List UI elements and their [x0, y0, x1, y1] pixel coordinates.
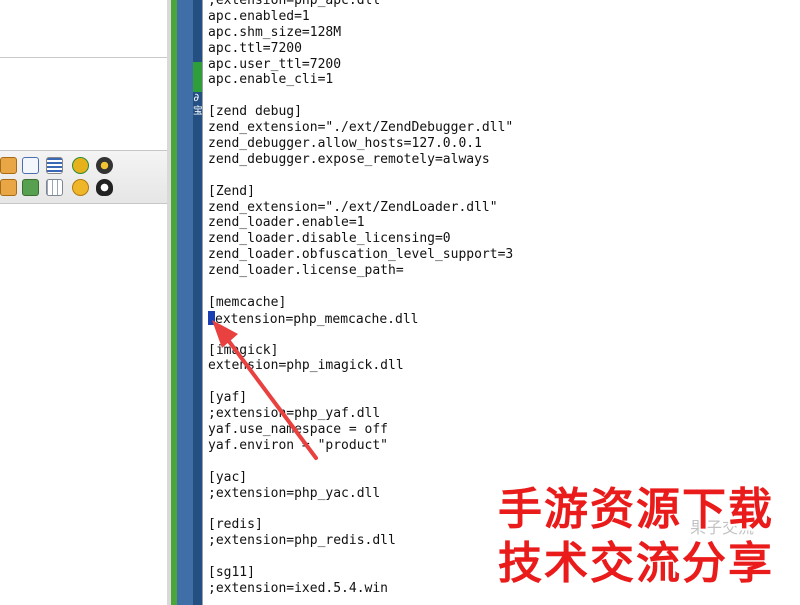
bg-icon[interactable]	[72, 179, 89, 196]
code-line[interactable]: extension=php_memcache.dll	[208, 310, 513, 327]
code-line[interactable]: ;extension=php_redis.dll	[208, 533, 513, 549]
penguin-icon[interactable]	[96, 179, 113, 196]
status-badge	[193, 62, 202, 92]
code-line[interactable]	[208, 374, 513, 390]
code-line[interactable]: yaf.environ = "product"	[208, 438, 513, 454]
divider	[0, 57, 172, 58]
watermark-line-1: 手游资源下载	[498, 484, 774, 535]
code-line[interactable]: ;extension=ixed.5.4.win	[208, 581, 513, 597]
code-line[interactable]: [memcache]	[208, 295, 513, 311]
code-line[interactable]	[208, 327, 513, 343]
code-line[interactable]	[208, 168, 513, 184]
code-line[interactable]: ;extension=php_yac.dll	[208, 486, 513, 502]
code-line[interactable]	[208, 502, 513, 518]
code-line[interactable]: apc.enable_cli=1	[208, 72, 513, 88]
list-icon[interactable]	[46, 157, 63, 174]
text-caret	[208, 310, 215, 325]
watermark-line-2: 技术交流分享	[498, 538, 774, 589]
code-line[interactable]: [zend debug]	[208, 104, 513, 120]
code-line[interactable]: ;extension=php_apc.dll	[208, 0, 513, 9]
toolbar	[0, 150, 168, 204]
code-line[interactable]: zend_loader.disable_licensing=0	[208, 231, 513, 247]
key-icon[interactable]	[72, 157, 89, 174]
strip-glyph: 宝	[193, 106, 203, 117]
code-line[interactable]: zend_loader.obfuscation_level_support=3	[208, 247, 513, 263]
code-line[interactable]: zend_debugger.allow_hosts=127.0.0.1	[208, 136, 513, 152]
code-line[interactable]	[208, 454, 513, 470]
code-line[interactable]: zend_loader.license_path=	[208, 263, 513, 279]
watermark: 果子交流 手游资源下载 技术交流分享	[498, 480, 800, 605]
code-line[interactable]	[208, 88, 513, 104]
background-window	[0, 0, 172, 605]
table-icon[interactable]	[0, 157, 17, 174]
code-line[interactable]: yaf.use_namespace = off	[208, 422, 513, 438]
grid-icon[interactable]	[46, 179, 63, 196]
code-line[interactable]: [redis]	[208, 517, 513, 533]
taskbar-strip	[177, 0, 193, 605]
code-line[interactable]: zend_extension="./ext/ZendLoader.dll"	[208, 200, 513, 216]
code-line[interactable]	[208, 279, 513, 295]
code-line[interactable]: apc.enabled=1	[208, 9, 513, 25]
image-icon[interactable]	[22, 179, 39, 196]
code-area[interactable]: ;extension=php_apc.dll apc.enabled=1 apc.s…	[208, 0, 513, 597]
code-line[interactable]: [yac]	[208, 470, 513, 486]
code-line[interactable]: apc.ttl=7200	[208, 41, 513, 57]
code-line[interactable]: extension=php_imagick.dll	[208, 358, 513, 374]
code-line[interactable]: [sg11]	[208, 565, 513, 581]
code-line[interactable]: apc.shm_size=128M	[208, 25, 513, 41]
code-line[interactable]: [imagick]	[208, 343, 513, 359]
disc-icon[interactable]	[96, 157, 113, 174]
code-line[interactable]: ;extension=php_yaf.dll	[208, 406, 513, 422]
code-line[interactable]: zend_extension="./ext/ZendDebugger.dll"	[208, 120, 513, 136]
code-line[interactable]: [yaf]	[208, 390, 513, 406]
code-line[interactable]: zend_debugger.expose_remotely=always	[208, 152, 513, 168]
code-line[interactable]: [Zend]	[208, 184, 513, 200]
lock-icon[interactable]	[0, 179, 17, 196]
code-line[interactable]: apc.user_ttl=7200	[208, 57, 513, 73]
code-line-text: extension=php_memcache.dll	[215, 311, 419, 327]
code-line[interactable]	[208, 549, 513, 565]
code-line[interactable]: zend_loader.enable=1	[208, 215, 513, 231]
strip-glyph: ∂	[193, 91, 200, 104]
document-icon[interactable]	[22, 157, 39, 174]
